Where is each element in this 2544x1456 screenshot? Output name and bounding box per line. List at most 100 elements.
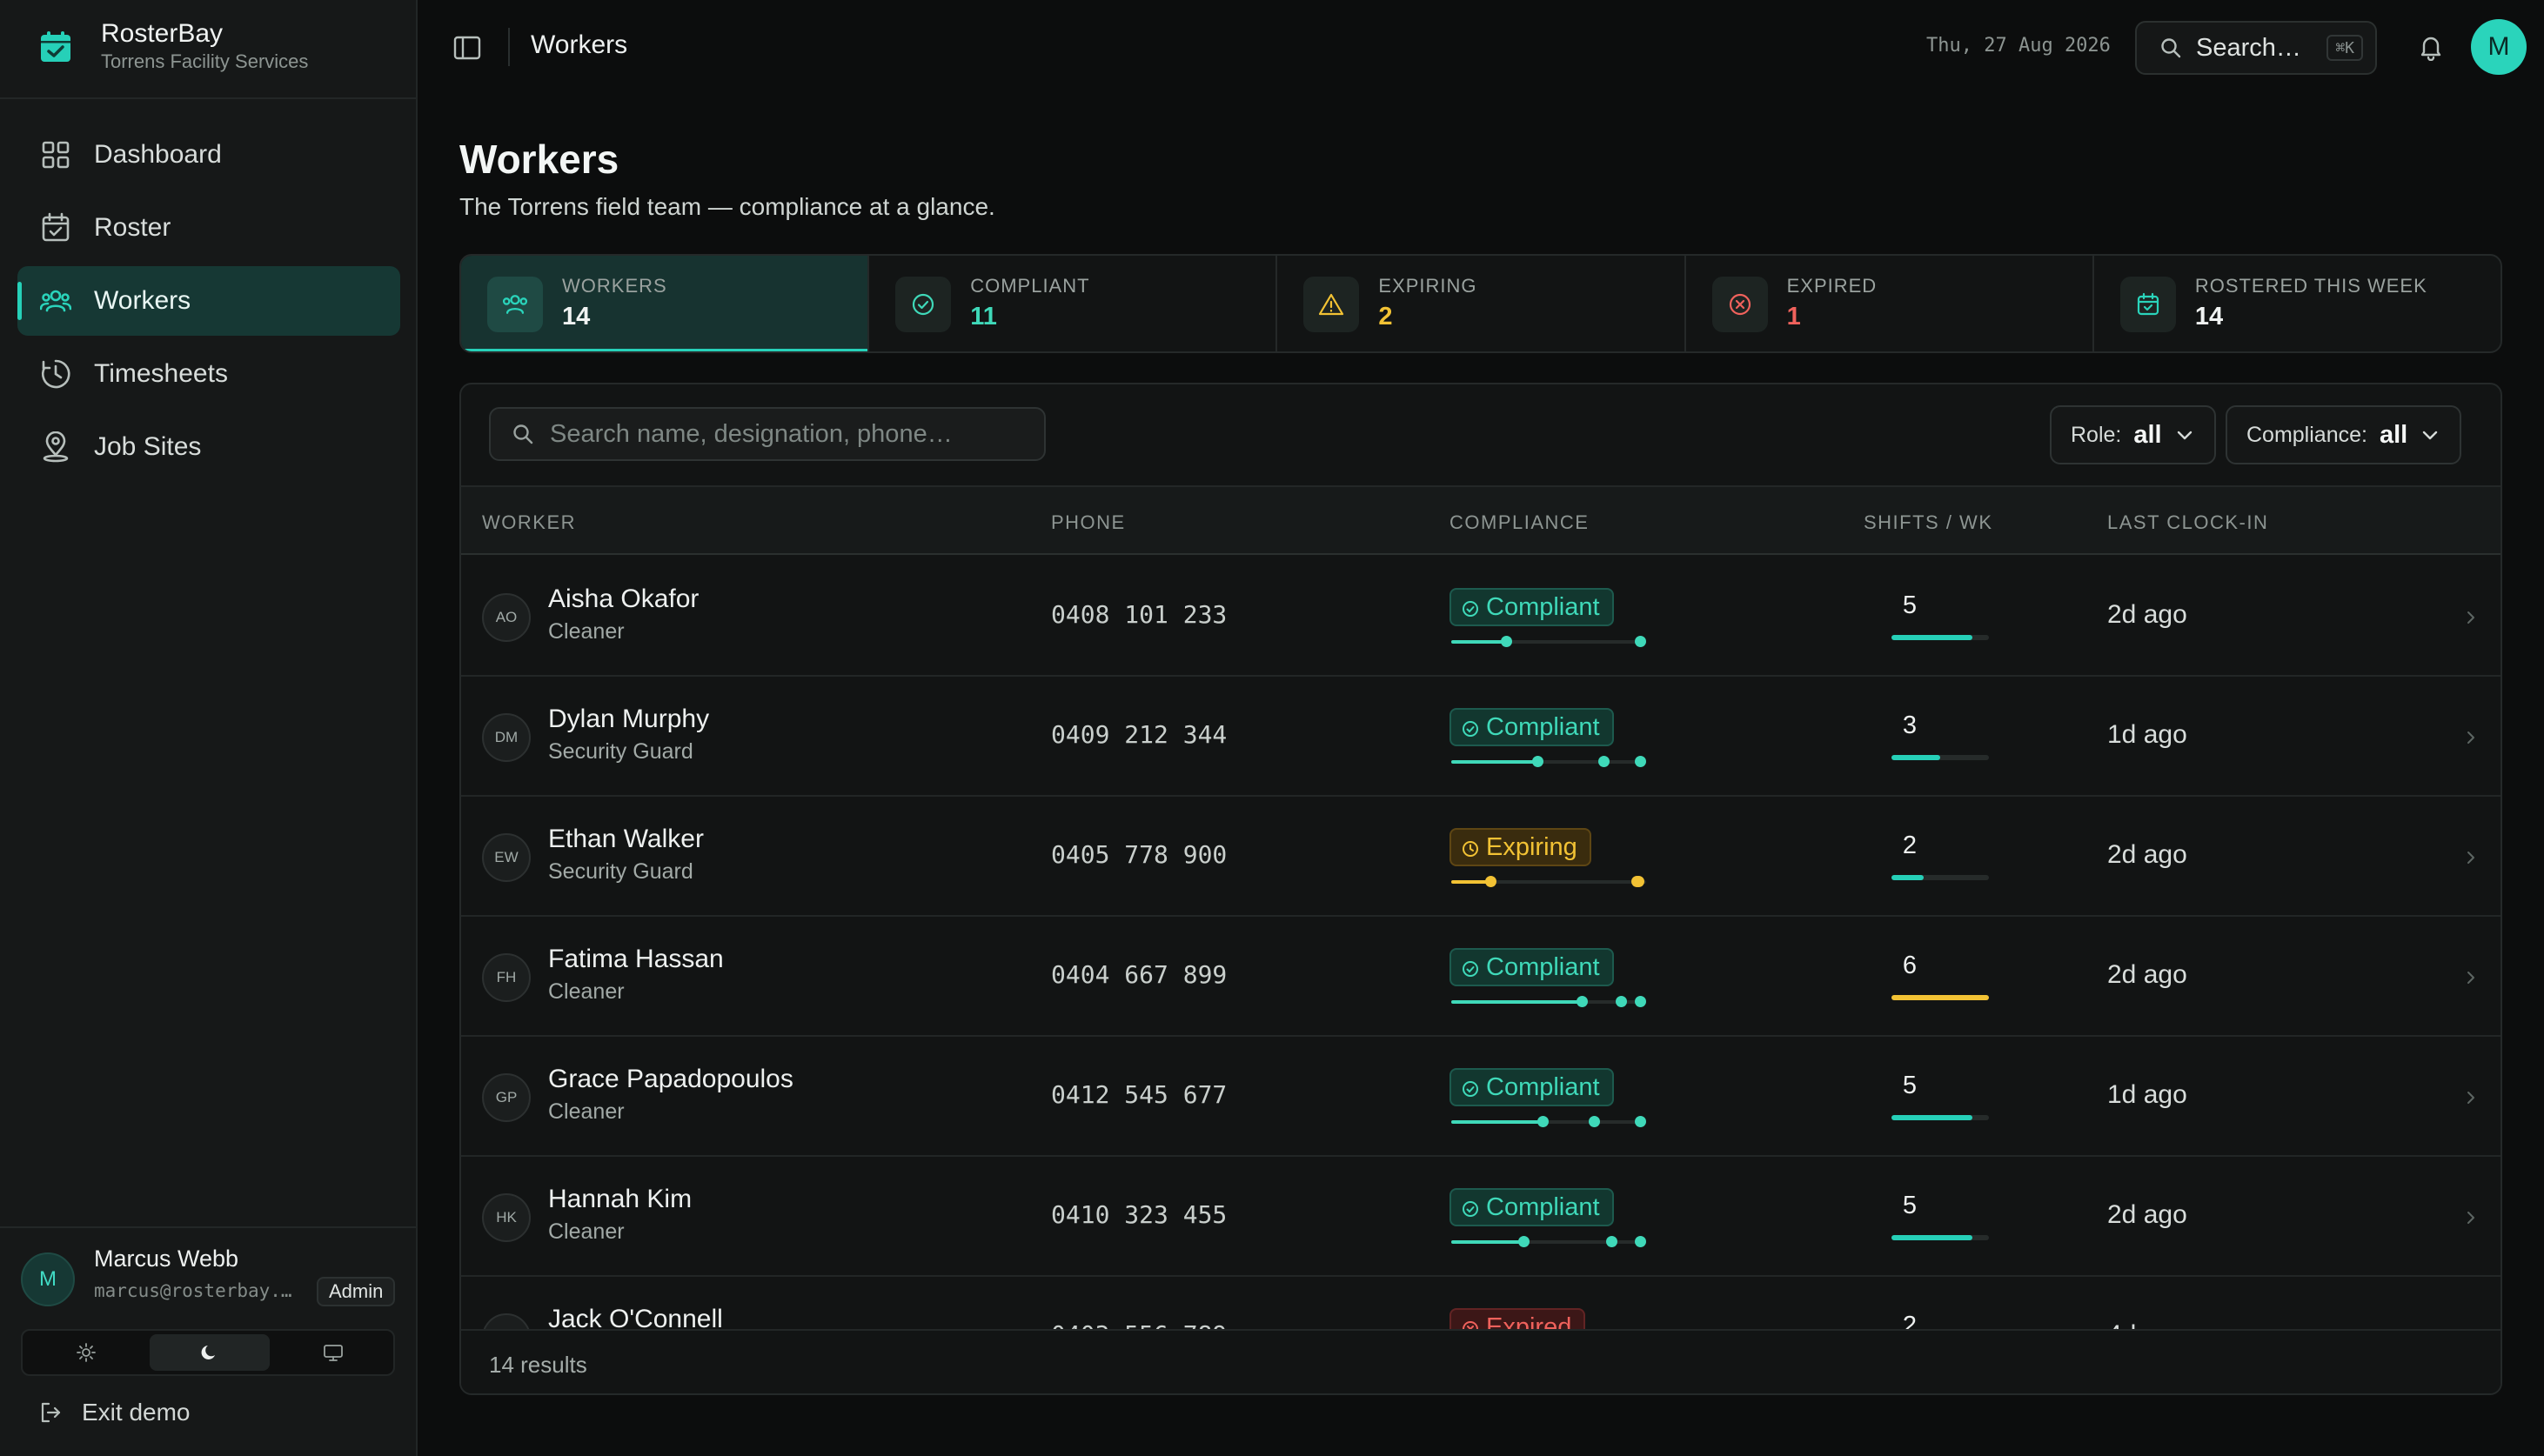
global-search-button[interactable]: Search… ⌘K — [2135, 21, 2377, 75]
worker-name[interactable]: Hannah Kim — [548, 1185, 692, 1214]
map-pin-icon — [43, 431, 69, 463]
account-avatar[interactable]: M — [2471, 19, 2527, 75]
check-circle-icon — [1463, 601, 1478, 617]
compliance-filter-label: Compliance: — [2246, 422, 2367, 447]
table-row[interactable]: EW Ethan Walker Security Guard 0405 778 900… — [461, 797, 2500, 917]
stat-workers[interactable]: WORKERS 14 — [461, 256, 870, 351]
worker-role: Cleaner — [548, 1099, 625, 1124]
results-count: 14 results — [489, 1352, 587, 1378]
role-filter-select[interactable]: Role: all — [2050, 405, 2216, 464]
shifts-per-week: 2 — [1902, 832, 1918, 859]
worker-avatar: GP — [482, 1073, 531, 1122]
table-row[interactable]: AO Aisha Okafor Cleaner 0408 101 233 Complia… — [461, 557, 2500, 677]
column-header-worker[interactable]: WORKER — [482, 511, 576, 534]
sidebar-toggle-icon[interactable] — [452, 33, 482, 63]
calendar-check-logo-icon — [41, 31, 70, 62]
brand[interactable]: RosterBay Torrens Facility Services — [0, 0, 416, 99]
grid-icon — [42, 141, 70, 169]
expiry-marker — [1633, 876, 1645, 887]
exit-demo-button[interactable]: Exit demo — [38, 1393, 191, 1432]
sidebar-item-job-sites[interactable]: Job Sites — [17, 412, 400, 482]
stat-rostered-this-week[interactable]: ROSTERED THIS WEEK 14 — [2094, 256, 2500, 351]
compliance-filter-value: all — [2379, 420, 2408, 449]
table-row[interactable]: FH Fatima Hassan Cleaner 0404 667 899 Compli… — [461, 917, 2500, 1037]
compliance-progress-fill — [1451, 1240, 1523, 1244]
table-row[interactable]: DM Dylan Murphy Security Guard 0409 212 344… — [461, 677, 2500, 797]
worker-name[interactable]: Ethan Walker — [548, 825, 704, 854]
stat-expiring[interactable]: EXPIRING 2 — [1277, 256, 1686, 351]
sidebar-item-dashboard[interactable]: Dashboard — [17, 120, 400, 190]
user-avatar[interactable]: M — [21, 1252, 75, 1306]
brand-subtitle: Torrens Facility Services — [101, 50, 309, 72]
compliance-progress-track — [1451, 756, 1647, 767]
search-icon — [513, 424, 533, 444]
stat-expired[interactable]: EXPIRED 1 — [1686, 256, 2094, 351]
compliance-progress-track — [1451, 1116, 1647, 1127]
last-clock-in: 2d ago — [2107, 600, 2187, 629]
compliance-status-text: Expired — [1486, 1312, 1572, 1330]
chevron-right-icon[interactable] — [2462, 1089, 2480, 1106]
exit-demo-label: Exit demo — [82, 1399, 191, 1426]
column-header-phone[interactable]: PHONE — [1051, 511, 1126, 534]
table-body: AO Aisha Okafor Cleaner 0408 101 233 Complia… — [461, 557, 2500, 1330]
bell-icon[interactable] — [2417, 33, 2445, 61]
users-icon — [502, 295, 528, 314]
chevron-down-icon — [2423, 431, 2438, 440]
stat-label: COMPLIANT — [970, 275, 1090, 297]
brand-name: RosterBay — [101, 19, 224, 48]
compliance-progress-track — [1451, 1236, 1647, 1247]
worker-role: Cleaner — [548, 619, 625, 644]
top-bar: Workers Thu, 27 Aug 2026 Search… ⌘K M — [418, 0, 2544, 94]
chevron-right-icon[interactable] — [2462, 969, 2480, 986]
stat-icon-box — [2119, 277, 2176, 332]
last-clock-in: 4d ago — [2107, 1320, 2187, 1329]
stat-value: 1 — [1786, 303, 1801, 331]
clock-icon — [1463, 841, 1478, 857]
worker-name[interactable]: Grace Papadopoulos — [548, 1065, 793, 1094]
worker-name[interactable]: Dylan Murphy — [548, 705, 709, 734]
theme-light-button[interactable] — [26, 1334, 146, 1371]
worker-name[interactable]: Jack O'Connell — [548, 1305, 723, 1329]
table-row[interactable]: HK Hannah Kim Cleaner 0410 323 455 Compliant… — [461, 1157, 2500, 1277]
worker-name[interactable]: Fatima Hassan — [548, 945, 724, 974]
worker-role: Security Guard — [548, 859, 693, 884]
theme-system-button[interactable] — [273, 1334, 393, 1371]
worker-phone: 0409 212 344 — [1051, 720, 1228, 749]
user-profile: M Marcus Webb marcus@rosterbay.… Admin E… — [0, 1226, 416, 1426]
chevron-right-icon[interactable] — [2462, 1209, 2480, 1226]
page-subtitle: The Torrens field team — compliance at a… — [459, 193, 995, 220]
chevron-right-icon[interactable] — [2462, 849, 2480, 866]
check-circle-icon — [1463, 1081, 1478, 1097]
user-email: marcus@rosterbay.… — [94, 1280, 292, 1301]
worker-name[interactable]: Aisha Okafor — [548, 584, 699, 614]
compliance-filter-select[interactable]: Compliance: all — [2226, 405, 2462, 464]
sidebar-item-roster[interactable]: Roster — [17, 193, 400, 263]
table-row[interactable]: GP Grace Papadopoulos Cleaner 0412 545 677 C… — [461, 1037, 2500, 1157]
compliance-progress-fill — [1451, 640, 1506, 644]
worker-role: Cleaner — [548, 979, 625, 1004]
sidebar-item-label: Timesheets — [94, 359, 228, 388]
column-header-compliance[interactable]: COMPLIANCE — [1449, 511, 1589, 534]
sidebar-item-timesheets[interactable]: Timesheets — [17, 339, 400, 409]
chevron-right-icon[interactable] — [2462, 609, 2480, 626]
chevron-right-icon[interactable] — [2462, 729, 2480, 746]
expiry-marker — [1635, 1236, 1647, 1247]
worker-avatar: AO — [482, 593, 531, 642]
keyboard-shortcut: ⌘K — [2326, 35, 2363, 61]
stat-compliant[interactable]: COMPLIANT 11 — [869, 256, 1278, 351]
theme-dark-button[interactable] — [150, 1334, 270, 1371]
table-row[interactable]: JO Jack O'Connell 0403 556 789 Expired 2 4d a… — [461, 1277, 2500, 1330]
column-header-last-clock-in[interactable]: LAST CLOCK-IN — [2107, 511, 2268, 534]
worker-avatar: HK — [482, 1193, 531, 1242]
worker-phone: 0405 778 900 — [1051, 840, 1228, 869]
column-header-shifts[interactable]: SHIFTS / WK — [1864, 511, 1993, 534]
table-search[interactable] — [489, 407, 1046, 461]
sidebar-item-workers[interactable]: Workers — [17, 266, 400, 336]
search-input[interactable] — [550, 419, 1037, 449]
breadcrumb: Workers — [531, 30, 628, 59]
sidebar-item-label: Dashboard — [94, 140, 222, 169]
worker-phone: 0403 556 789 — [1051, 1320, 1227, 1329]
shifts-bar-track — [1891, 755, 1989, 760]
compliance-status-badge: Compliant — [1449, 588, 1614, 626]
shifts-bar-track — [1891, 635, 1989, 640]
